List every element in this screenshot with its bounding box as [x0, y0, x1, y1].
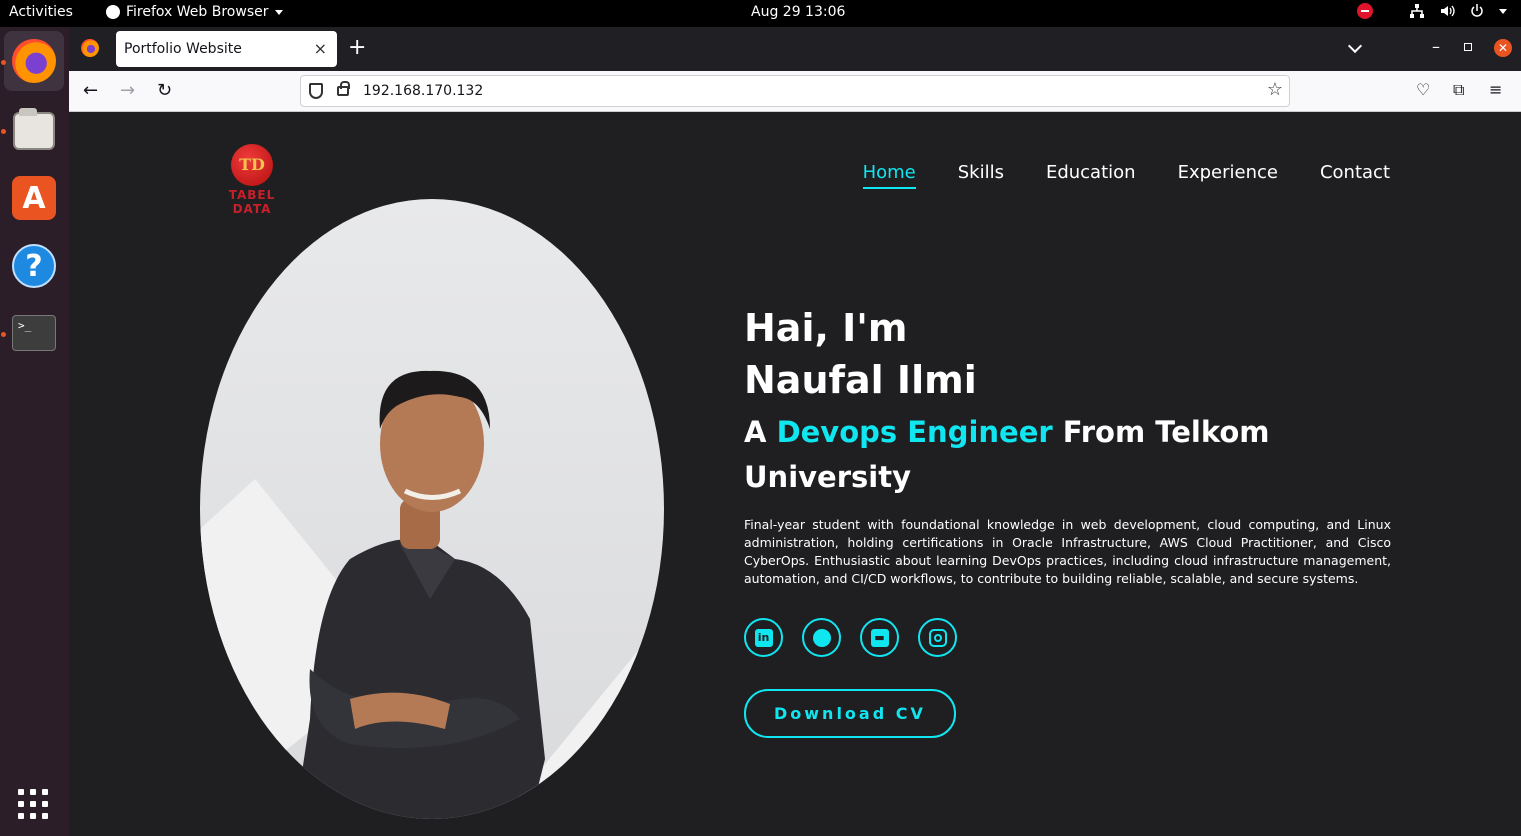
logo-text: TABEL DATA: [228, 188, 276, 216]
linkedin-icon: in: [754, 628, 773, 647]
dock-terminal[interactable]: >_: [4, 303, 64, 363]
browser-tab-bar: Portfolio Website × + – ✕: [69, 27, 1521, 71]
menu-icon[interactable]: ≡: [1489, 80, 1502, 99]
activities-button[interactable]: Activities: [9, 4, 73, 20]
dock-app-center[interactable]: A: [4, 168, 64, 228]
chevron-down-icon: [1499, 8, 1507, 14]
extensions-icon[interactable]: ⧉: [1453, 80, 1464, 100]
download-cv-button[interactable]: Download CV: [744, 689, 956, 738]
instagram-icon: [928, 628, 947, 647]
system-top-bar: Activities Firefox Web Browser Aug 29 13…: [0, 0, 1521, 27]
files-icon: [13, 108, 55, 150]
nav-education[interactable]: Education: [1046, 162, 1136, 189]
minimize-button[interactable]: –: [1432, 37, 1440, 56]
firefox-view-icon[interactable]: [81, 39, 99, 57]
web-page: TD TABEL DATA Home Skills Education Expe…: [69, 112, 1521, 836]
linkedin-link[interactable]: in: [744, 618, 783, 657]
pocket-icon[interactable]: ♡: [1416, 80, 1430, 99]
firefox-small-icon: [106, 5, 120, 19]
tab-title: Portfolio Website: [124, 41, 242, 57]
do-not-disturb-icon: [1357, 3, 1373, 19]
terminal-icon: >_: [12, 315, 56, 351]
app-menu[interactable]: Firefox Web Browser: [106, 4, 283, 20]
show-apps-icon[interactable]: [18, 789, 48, 819]
dock: A ? >_: [0, 27, 69, 836]
list-all-tabs-icon[interactable]: [1347, 38, 1363, 54]
running-indicator: [1, 332, 6, 337]
instagram-link[interactable]: [918, 618, 957, 657]
help-icon: ?: [12, 244, 56, 288]
browser-nav-bar: ← → ↻ 192.168.170.132 ☆ ♡ ⧉ ≡: [69, 71, 1521, 112]
close-window-button[interactable]: ✕: [1494, 39, 1512, 57]
forward-arrow-icon[interactable]: →: [120, 80, 135, 101]
hero-role: A Devops Engineer From Telkom University: [744, 410, 1391, 500]
address-bar[interactable]: 192.168.170.132 ☆: [300, 75, 1290, 107]
clock[interactable]: Aug 29 13:06: [751, 4, 845, 20]
hero-name: Naufal Ilmi: [744, 358, 977, 402]
power-icon: [1471, 4, 1483, 17]
bookmark-star-icon[interactable]: ☆: [1267, 79, 1283, 100]
social-links: in ▬: [744, 618, 1391, 657]
url-text[interactable]: 192.168.170.132: [363, 83, 483, 99]
running-indicator: [1, 129, 6, 134]
firefox-icon: [12, 39, 56, 83]
nav-skills[interactable]: Skills: [958, 162, 1004, 189]
github-link[interactable]: [802, 618, 841, 657]
tab-portfolio[interactable]: Portfolio Website ×: [116, 31, 337, 67]
running-indicator: [1, 60, 6, 65]
site-logo[interactable]: TD TABEL DATA: [207, 144, 297, 216]
site-nav: Home Skills Education Experience Contact: [862, 162, 1390, 189]
logo-mark: TD: [231, 144, 273, 186]
close-tab-icon[interactable]: ×: [314, 39, 327, 58]
blogger-icon: ▬: [870, 628, 889, 647]
tracking-protection-icon[interactable]: [309, 83, 323, 99]
volume-icon: [1441, 5, 1455, 17]
role-title: Devops Engineer: [776, 415, 1053, 449]
dock-help[interactable]: ?: [4, 236, 64, 296]
hero-section: Hai, I'm Naufal Ilmi A Devops Engineer F…: [744, 302, 1391, 738]
blogger-link[interactable]: ▬: [860, 618, 899, 657]
insecure-lock-icon[interactable]: [337, 81, 350, 96]
network-icon: [1410, 4, 1424, 18]
profile-photo-illustration: [200, 370, 664, 819]
app-menu-label: Firefox Web Browser: [126, 4, 269, 20]
nav-experience[interactable]: Experience: [1178, 162, 1278, 189]
maximize-button[interactable]: [1464, 43, 1472, 51]
greeting-text: Hai, I'm: [744, 306, 908, 350]
nav-contact[interactable]: Contact: [1320, 162, 1390, 189]
hero-greeting: Hai, I'm Naufal Ilmi: [744, 302, 1391, 406]
system-tray[interactable]: [1357, 3, 1507, 19]
dock-files[interactable]: [4, 101, 64, 161]
hero-bio: Final-year student with foundational kno…: [744, 517, 1391, 586]
profile-photo: [200, 199, 664, 819]
back-arrow-icon[interactable]: ←: [83, 80, 98, 101]
app-store-icon: A: [12, 176, 56, 220]
new-tab-button[interactable]: +: [348, 35, 366, 60]
reload-icon[interactable]: ↻: [157, 80, 172, 101]
chevron-down-icon: [274, 9, 283, 15]
github-icon: [812, 628, 831, 647]
role-prefix: A: [744, 415, 767, 449]
dock-firefox[interactable]: [4, 31, 64, 91]
nav-home[interactable]: Home: [862, 162, 916, 189]
